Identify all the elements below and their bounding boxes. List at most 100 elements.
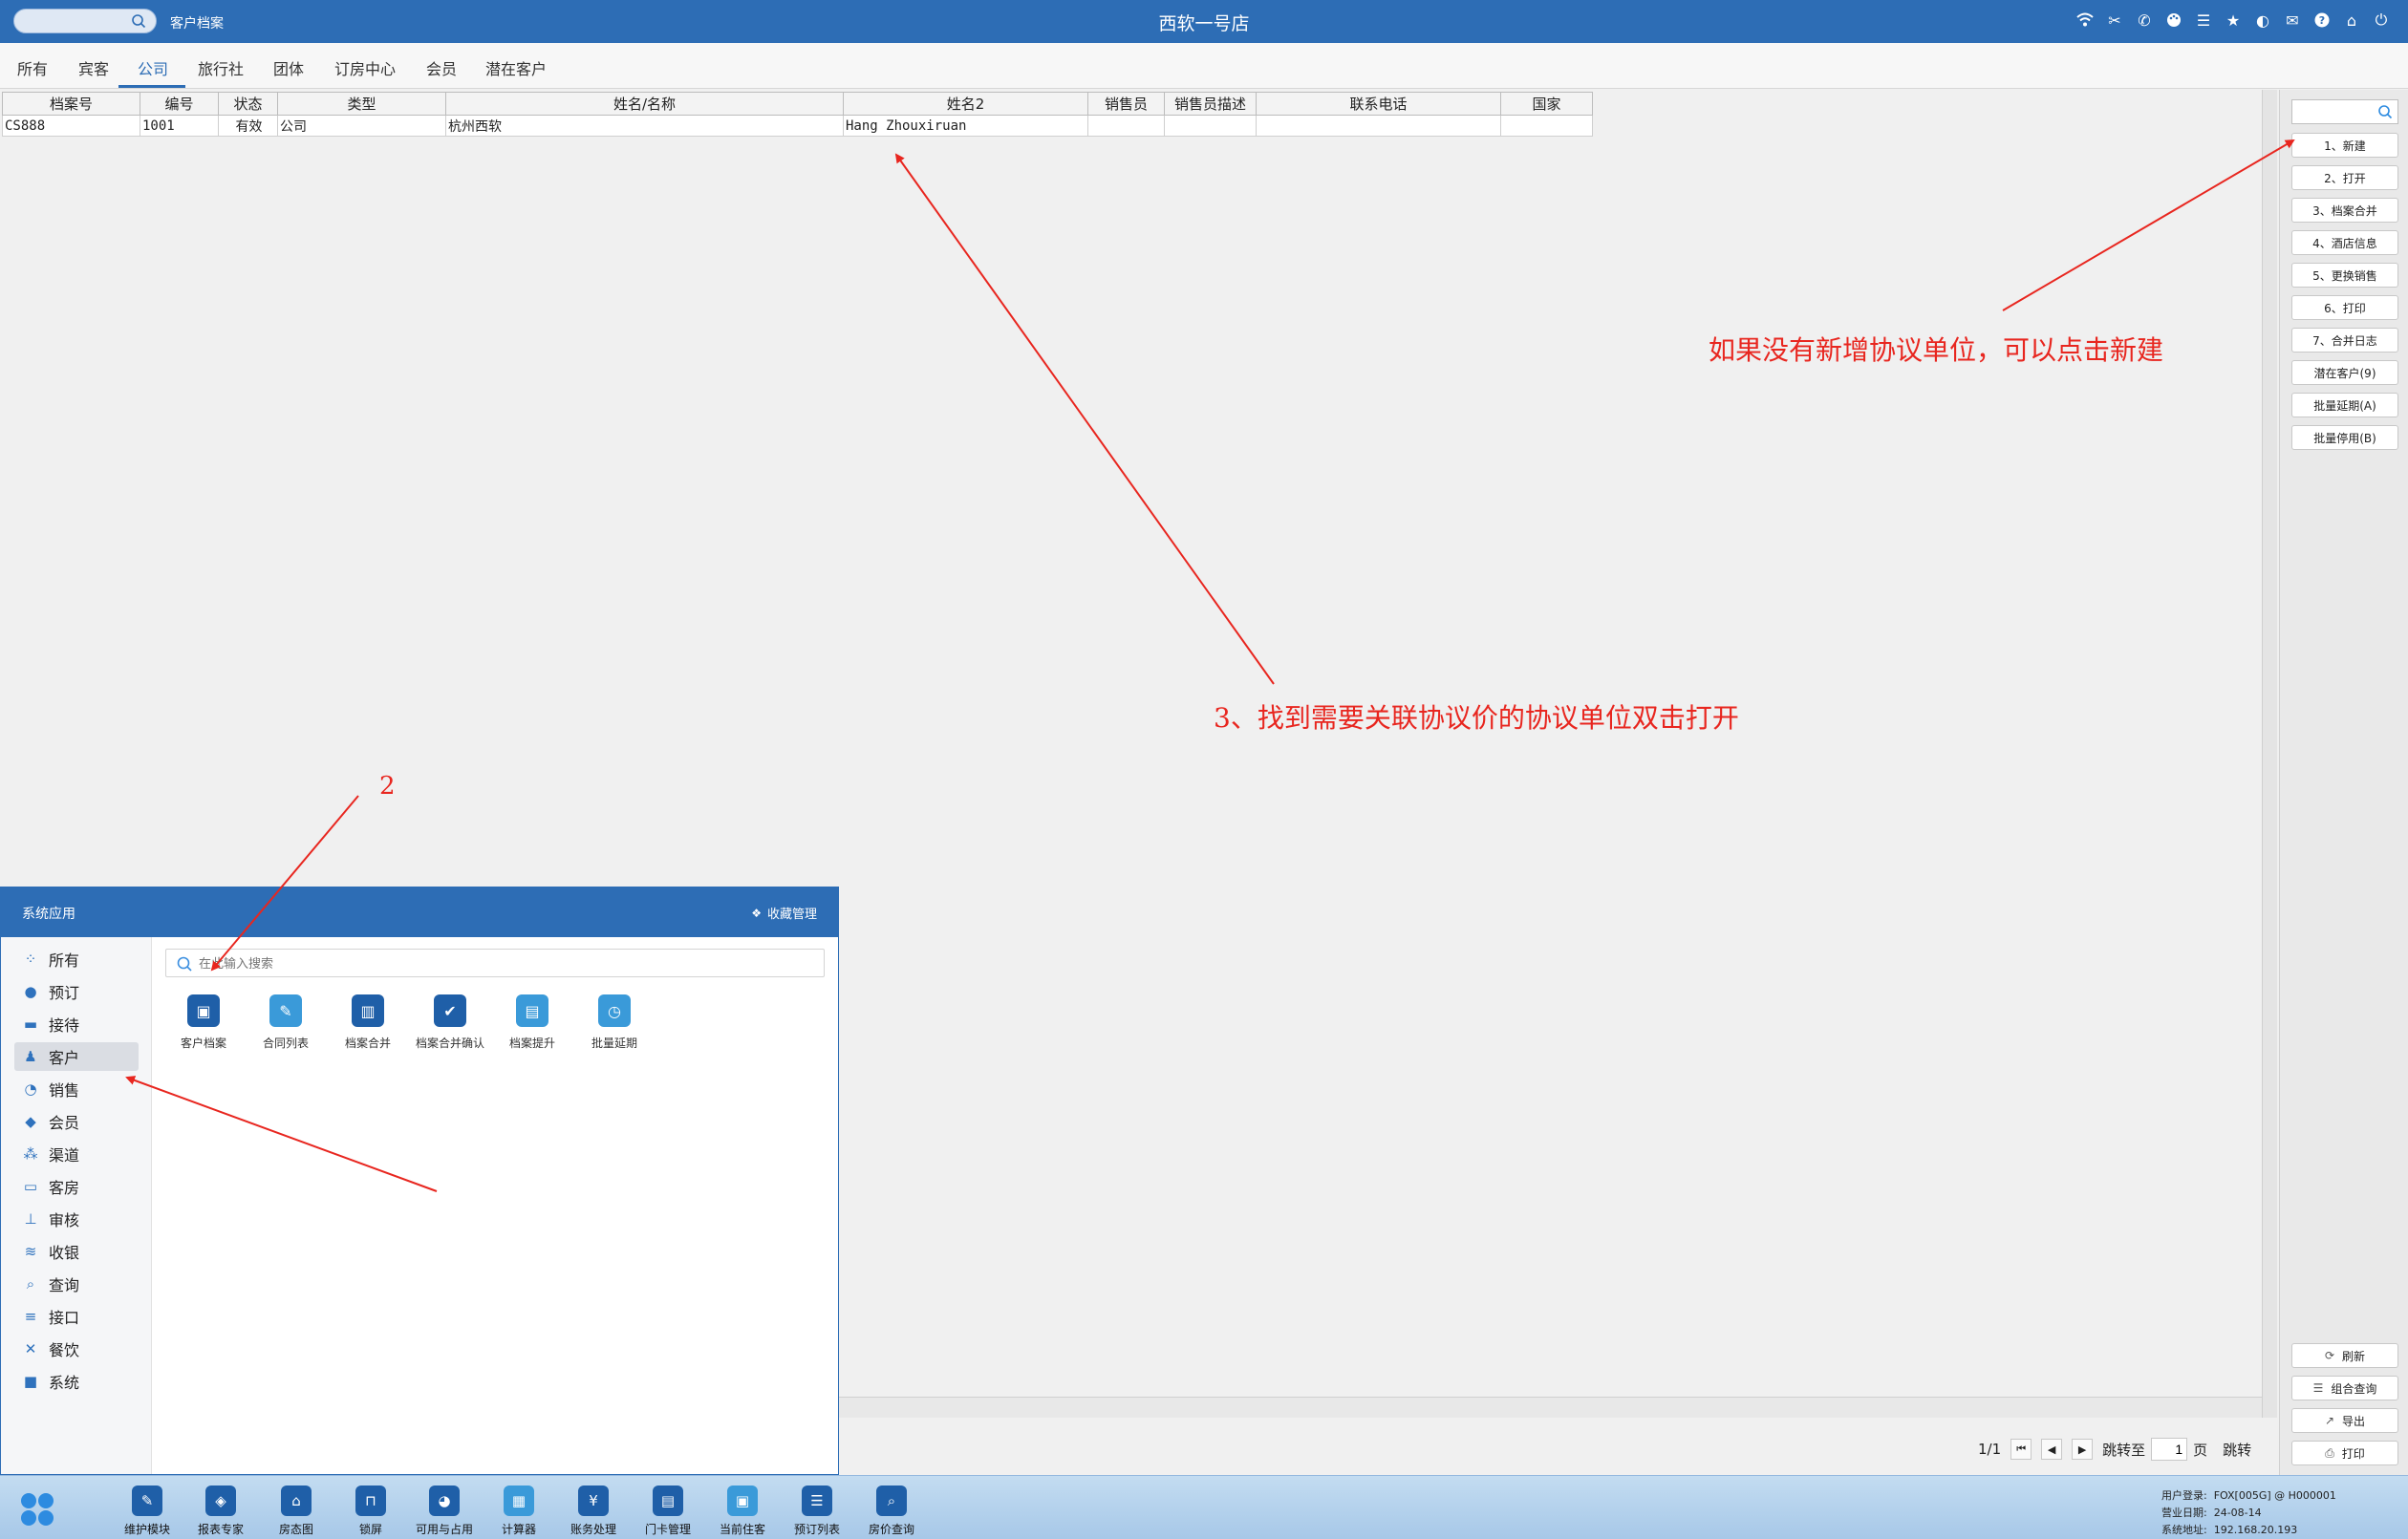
app-batch-extend[interactable]: ◷ 批量延期 (576, 994, 653, 1051)
sidebar-item-booking[interactable]: ● 预订 (14, 977, 139, 1006)
bottom-print-button[interactable]: ⎙ 打印 (2291, 1441, 2398, 1465)
taskbar-calculator[interactable]: ▦ 计算器 (479, 1486, 559, 1537)
change-sales-button[interactable]: 5、更换销售 (2291, 263, 2398, 288)
column-header[interactable]: 姓名2 (843, 92, 1088, 116)
column-header[interactable]: 档案号 (2, 92, 140, 116)
cell-salesperson[interactable] (1087, 115, 1165, 137)
page-number-input[interactable] (2151, 1438, 2188, 1461)
app-file-merge-confirm[interactable]: ✔ 档案合并确认 (412, 994, 488, 1051)
taskbar-availability[interactable]: ◕ 可用与占用 (404, 1486, 484, 1537)
column-header[interactable]: 姓名/名称 (445, 92, 844, 116)
tools-icon[interactable]: ✂ (2105, 11, 2124, 30)
app-file-merge[interactable]: ▥ 档案合并 (330, 994, 406, 1051)
sidebar-item-query[interactable]: ⌕ 查询 (14, 1270, 139, 1298)
sidebar-item-reception[interactable]: ▬ 接待 (14, 1010, 139, 1038)
tab-potential-customer[interactable]: 潜在客户 (485, 56, 547, 79)
cell-name[interactable]: 杭州西软 (445, 115, 844, 137)
new-button[interactable]: 1、新建 (2291, 133, 2398, 158)
power-icon[interactable]: ⏻ (2372, 11, 2391, 30)
quick-search-input[interactable] (2291, 99, 2398, 124)
sidebar-item-all[interactable]: ⁘ 所有 (14, 945, 139, 973)
prev-page-button[interactable]: ◀ (2041, 1439, 2063, 1460)
first-page-button[interactable]: ⏮ (2010, 1439, 2032, 1460)
potential-customer-button[interactable]: 潜在客户(9) (2291, 360, 2398, 385)
tab-guest[interactable]: 宾客 (78, 56, 109, 79)
menu-icon[interactable]: ☰ (2194, 11, 2213, 30)
star-icon[interactable]: ★ (2224, 11, 2243, 30)
taskbar-booking-list[interactable]: ☰ 预订列表 (777, 1486, 857, 1537)
jump-button[interactable]: 跳转 (2223, 1440, 2251, 1460)
tab-all[interactable]: 所有 (17, 56, 48, 79)
sidebar-item-dining[interactable]: ✕ 餐饮 (14, 1335, 139, 1363)
sidebar-item-customer[interactable]: ♟ 客户 (14, 1042, 139, 1071)
refresh-button[interactable]: ⟳ 刷新 (2291, 1343, 2398, 1368)
open-button[interactable]: 2、打开 (2291, 165, 2398, 190)
cell-phone[interactable] (1256, 115, 1501, 137)
sidebar-item-sales[interactable]: ◔ 销售 (14, 1075, 139, 1103)
column-header[interactable]: 销售员 (1087, 92, 1165, 116)
next-page-button[interactable]: ▶ (2072, 1439, 2094, 1460)
app-contract-list[interactable]: ✎ 合同列表 (247, 994, 324, 1051)
taskbar-lock-screen[interactable]: ⊓ 锁屏 (331, 1486, 411, 1537)
mail-icon[interactable]: ✉ (2283, 11, 2302, 30)
column-header[interactable]: 联系电话 (1256, 92, 1501, 116)
sidebar-item-room[interactable]: ▭ 客房 (14, 1172, 139, 1201)
table-row[interactable]: CS888 1001 有效 公司 杭州西软 Hang Zhouxiruan (2, 115, 1593, 137)
cell-country[interactable] (1500, 115, 1593, 137)
merge-icon: ▥ (352, 994, 384, 1027)
tab-travel-agency[interactable]: 旅行社 (198, 56, 244, 79)
taskbar-rate-query[interactable]: ⌕ 房价查询 (851, 1486, 932, 1537)
column-header[interactable]: 销售员描述 (1164, 92, 1257, 116)
sidebar-item-member[interactable]: ◆ 会员 (14, 1107, 139, 1136)
taskbar-accounting[interactable]: ¥ 账务处理 (553, 1486, 634, 1537)
bed-icon: ▭ (23, 1178, 38, 1195)
print-button[interactable]: 6、打印 (2291, 295, 2398, 320)
tab-group[interactable]: 团体 (273, 56, 304, 79)
column-header[interactable]: 编号 (140, 92, 219, 116)
taskbar-door-card[interactable]: ▤ 门卡管理 (628, 1486, 708, 1537)
batch-extend-button[interactable]: 批量延期(A) (2291, 393, 2398, 417)
export-button[interactable]: ↗ 导出 (2291, 1408, 2398, 1433)
contrast-icon[interactable]: ◐ (2253, 11, 2272, 30)
column-header[interactable]: 状态 (218, 92, 278, 116)
app-search-input[interactable] (199, 953, 810, 973)
palette-icon[interactable] (2164, 11, 2183, 30)
cell-name2[interactable]: Hang Zhouxiruan (843, 115, 1088, 137)
taskbar-room-status[interactable]: ⌂ 房态图 (256, 1486, 336, 1537)
batch-disable-button[interactable]: 批量停用(B) (2291, 425, 2398, 450)
sidebar-item-interface[interactable]: ≡ 接口 (14, 1302, 139, 1331)
start-menu-icon[interactable] (19, 1491, 55, 1528)
sidebar-item-audit[interactable]: ⊥ 审核 (14, 1205, 139, 1233)
app-search-box[interactable] (165, 949, 825, 977)
vertical-scrollbar[interactable] (2262, 90, 2277, 1418)
sidebar-item-channel[interactable]: ⁂ 渠道 (14, 1140, 139, 1168)
taskbar-current-guests[interactable]: ▣ 当前住客 (702, 1486, 783, 1537)
tab-booking-center[interactable]: 订房中心 (334, 56, 396, 79)
title-search-input[interactable] (13, 9, 157, 33)
app-file-upgrade[interactable]: ▤ 档案提升 (494, 994, 570, 1051)
home-icon[interactable]: ⌂ (2342, 11, 2361, 30)
server-icon: ≡ (24, 1308, 37, 1325)
column-header[interactable]: 类型 (277, 92, 446, 116)
merge-log-button[interactable]: 7、合并日志 (2291, 328, 2398, 353)
phone-icon[interactable]: ✆ (2135, 11, 2154, 30)
sidebar-item-cashier[interactable]: ≋ 收银 (14, 1237, 139, 1266)
combined-query-button[interactable]: ☰ 组合查询 (2291, 1376, 2398, 1400)
merge-files-button[interactable]: 3、档案合并 (2291, 198, 2398, 223)
cell-status[interactable]: 有效 (218, 115, 278, 137)
tab-company[interactable]: 公司 (138, 56, 168, 79)
column-header[interactable]: 国家 (1500, 92, 1593, 116)
cell-file-no[interactable]: CS888 (2, 115, 140, 137)
taskbar-report-expert[interactable]: ◈ 报表专家 (181, 1486, 261, 1537)
tab-member[interactable]: 会员 (426, 56, 457, 79)
hotel-info-button[interactable]: 4、酒店信息 (2291, 230, 2398, 255)
help-icon[interactable]: ? (2312, 11, 2332, 30)
favorites-manage-button[interactable]: ❖ 收藏管理 (751, 904, 817, 923)
cell-code[interactable]: 1001 (140, 115, 219, 137)
taskbar-maintenance[interactable]: ✎ 维护模块 (107, 1486, 187, 1537)
sidebar-item-system[interactable]: ■ 系统 (14, 1367, 139, 1396)
wifi-icon[interactable] (2075, 11, 2095, 30)
cell-type[interactable]: 公司 (277, 115, 446, 137)
app-customer-file[interactable]: ▣ 客户档案 (165, 994, 242, 1051)
cell-sales-desc[interactable] (1164, 115, 1257, 137)
